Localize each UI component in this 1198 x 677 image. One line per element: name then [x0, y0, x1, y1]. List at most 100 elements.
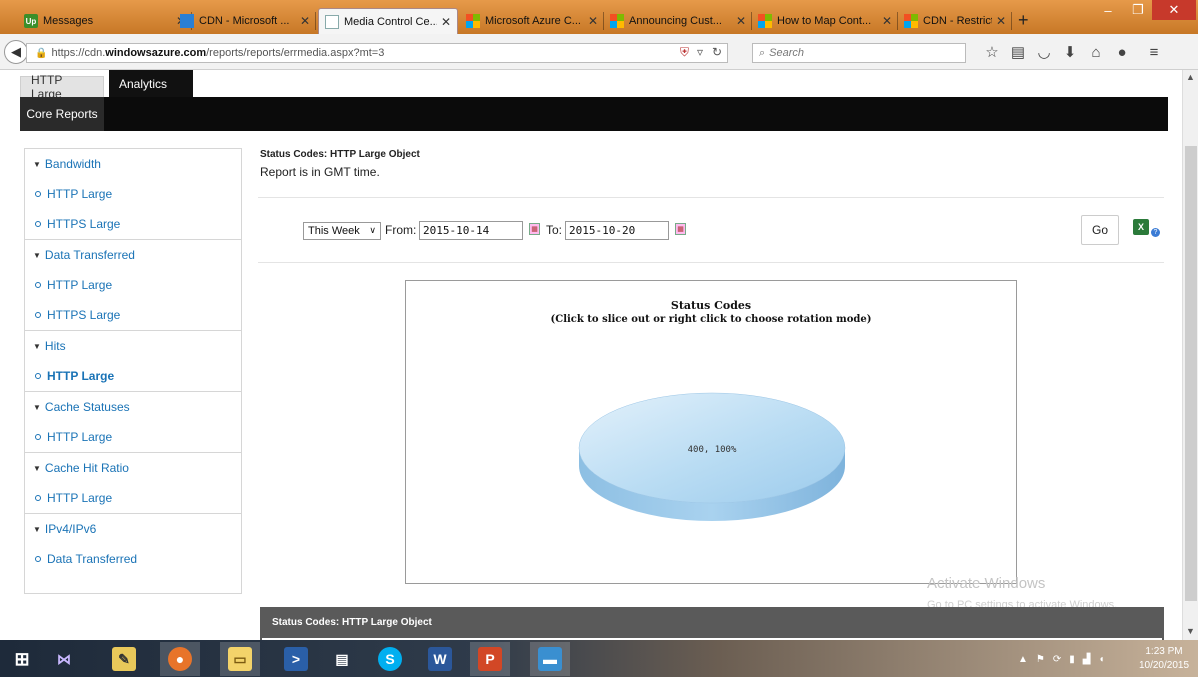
- sidebar-heading-cache-hit-ratio[interactable]: ▼ Cache Hit Ratio: [25, 453, 241, 483]
- chat-icon[interactable]: ●: [1112, 42, 1132, 62]
- volume-icon[interactable]: ◖: [1098, 654, 1104, 665]
- powerpoint-icon[interactable]: P: [470, 642, 510, 676]
- remote-desktop-icon[interactable]: ▬: [530, 642, 570, 676]
- caret-down-icon: ▼: [33, 524, 41, 534]
- documents-icon[interactable]: ▤: [322, 642, 362, 676]
- pie-chart-svg: 400, 100%: [578, 392, 846, 521]
- powershell-icon[interactable]: >: [276, 642, 316, 676]
- browser-tab-media-control[interactable]: Media Control Ce... ✕: [318, 8, 458, 34]
- address-bar[interactable]: 🔒 https://cdn. windowsazure.com/reports/r…: [26, 43, 728, 63]
- taskbar-clock[interactable]: 1:23 PM 10/20/2015: [1134, 645, 1194, 673]
- caret-down-icon: ▼: [33, 159, 41, 169]
- tab-analytics[interactable]: Analytics: [109, 70, 193, 98]
- close-tab-icon[interactable]: ✕: [441, 15, 451, 29]
- report-title: Status Codes: HTTP Large Object: [260, 149, 420, 160]
- star-icon[interactable]: ☆: [982, 42, 1002, 62]
- battery-icon[interactable]: ▮: [1069, 654, 1075, 665]
- sidebar-item-ipv4-ipv6-data-transferred[interactable]: Data Transferred: [25, 544, 241, 574]
- sidebar-item-bandwidth-http-large[interactable]: HTTP Large: [25, 179, 241, 209]
- sidebar-heading-hits[interactable]: ▼ Hits: [25, 331, 241, 361]
- sidebar-item-data-transferred-https-large[interactable]: HTTPS Large: [25, 300, 241, 330]
- url-prefix: https://cdn.: [51, 47, 106, 59]
- calendar-icon[interactable]: ▦: [529, 223, 540, 235]
- browser-tab-cdn[interactable]: CDN - Microsoft ... ✕: [174, 8, 316, 34]
- back-arrow-icon[interactable]: ◀: [4, 40, 28, 64]
- tool-icon[interactable]: ✎: [104, 642, 144, 676]
- excel-export-icon[interactable]: X: [1133, 219, 1149, 235]
- tab-http-large[interactable]: HTTP Large: [20, 73, 104, 101]
- browser-tab-azure[interactable]: Microsoft Azure C... ✕: [460, 8, 604, 34]
- sidebar-group-data-transferred: ▼ Data Transferred HTTP Large HTTPS Large: [25, 240, 241, 331]
- close-window-icon[interactable]: ✕: [1152, 0, 1196, 20]
- browser-tab-messages[interactable]: Up Messages ✕: [18, 8, 192, 34]
- pocket-icon[interactable]: ◡: [1034, 42, 1054, 62]
- sidebar-heading-label: Hits: [44, 339, 66, 353]
- calendar-icon[interactable]: ▦: [675, 223, 686, 235]
- browser-tab-label: Messages: [43, 15, 94, 27]
- reading-list-icon[interactable]: ▤: [1008, 42, 1028, 62]
- page-icon: [325, 14, 339, 29]
- sidebar-item-label: HTTP Large: [47, 369, 115, 383]
- browser-tab-announcing[interactable]: Announcing Cust... ✕: [604, 8, 752, 34]
- network-icon[interactable]: ▟: [1083, 654, 1091, 665]
- chevron-down-icon[interactable]: ▿: [697, 45, 703, 59]
- bullet-icon: [35, 495, 41, 501]
- shield-icon[interactable]: ⛨: [680, 45, 689, 60]
- search-input[interactable]: ⌕ Search: [752, 43, 966, 63]
- browser-tab-cdn-restrict[interactable]: CDN - Restrict acc... ✕: [898, 8, 1012, 34]
- from-date-input[interactable]: 2015-10-14: [419, 221, 523, 240]
- file-explorer-icon[interactable]: ▭: [220, 642, 260, 676]
- sidebar-item-cache-hit-ratio-http-large[interactable]: HTTP Large: [25, 483, 241, 513]
- word-icon[interactable]: W: [420, 642, 460, 676]
- close-tab-icon[interactable]: ✕: [588, 14, 598, 28]
- sidebar-heading-cache-statuses[interactable]: ▼ Cache Statuses: [25, 392, 241, 422]
- caret-down-icon: ▼: [33, 463, 41, 473]
- page-scrollbar[interactable]: ▲ ▼: [1182, 70, 1198, 640]
- close-tab-icon[interactable]: ✕: [882, 14, 892, 28]
- restore-icon[interactable]: ❐: [1124, 0, 1152, 20]
- from-label: From:: [385, 223, 417, 237]
- new-tab-button[interactable]: +: [1018, 10, 1029, 31]
- close-tab-icon[interactable]: ✕: [996, 14, 1006, 28]
- date-range-select[interactable]: This Week ∨: [303, 222, 381, 240]
- browser-tab-label: How to Map Cont...: [777, 15, 872, 27]
- bullet-icon: [35, 373, 41, 379]
- browser-tab-how-to-map[interactable]: How to Map Cont... ✕: [752, 8, 898, 34]
- skype-icon[interactable]: S: [370, 642, 410, 676]
- home-icon[interactable]: ⌂: [1086, 42, 1106, 62]
- status-codes-chart[interactable]: Status Codes (Click to slice out or righ…: [405, 280, 1017, 584]
- to-date-input[interactable]: 2015-10-20: [565, 221, 669, 240]
- tab-core-reports[interactable]: Core Reports: [20, 97, 104, 131]
- download-icon[interactable]: ⬇: [1060, 42, 1080, 62]
- sidebar-item-data-transferred-http-large[interactable]: HTTP Large: [25, 270, 241, 300]
- visual-studio-icon[interactable]: ⋈: [44, 642, 84, 676]
- chevron-up-icon[interactable]: ▲: [1018, 654, 1028, 665]
- flag-icon[interactable]: ⚑: [1036, 654, 1045, 665]
- reload-icon[interactable]: ↻: [712, 45, 722, 59]
- close-tab-icon[interactable]: ✕: [300, 14, 310, 28]
- minimize-icon[interactable]: –: [1094, 0, 1122, 20]
- date-range-value: This Week: [308, 225, 360, 237]
- report-sidebar: ▼ Bandwidth HTTP Large HTTPS Large ▼ Data …: [24, 148, 242, 594]
- firefox-icon[interactable]: ●: [160, 642, 200, 676]
- sidebar-heading-ipv4-ipv6[interactable]: ▼ IPv4/IPv6: [25, 514, 241, 544]
- sidebar-item-label: Data Transferred: [47, 552, 138, 566]
- sidebar-heading-data-transferred[interactable]: ▼ Data Transferred: [25, 240, 241, 270]
- close-tab-icon[interactable]: ✕: [736, 14, 746, 28]
- sidebar-item-hits-http-large[interactable]: HTTP Large: [25, 361, 241, 391]
- go-button[interactable]: Go: [1081, 215, 1119, 245]
- scroll-up-icon[interactable]: ▲: [1186, 72, 1195, 82]
- help-icon[interactable]: ?: [1151, 228, 1160, 237]
- browser-tab-label: Announcing Cust...: [629, 15, 722, 27]
- windows-start-icon[interactable]: ⊞: [2, 642, 42, 676]
- sync-icon[interactable]: ⟳: [1053, 654, 1061, 665]
- menu-icon[interactable]: ≡: [1144, 42, 1164, 62]
- scrollbar-thumb[interactable]: [1185, 146, 1197, 601]
- sidebar-item-label: HTTP Large: [47, 491, 113, 505]
- sidebar-item-bandwidth-https-large[interactable]: HTTPS Large: [25, 209, 241, 239]
- sidebar-heading-bandwidth[interactable]: ▼ Bandwidth: [25, 149, 241, 179]
- sidebar-heading-label: Bandwidth: [44, 157, 101, 171]
- sidebar-item-cache-statuses-http-large[interactable]: HTTP Large: [25, 422, 241, 452]
- scroll-down-icon[interactable]: ▼: [1186, 626, 1195, 636]
- sidebar-heading-label: Data Transferred: [44, 248, 135, 262]
